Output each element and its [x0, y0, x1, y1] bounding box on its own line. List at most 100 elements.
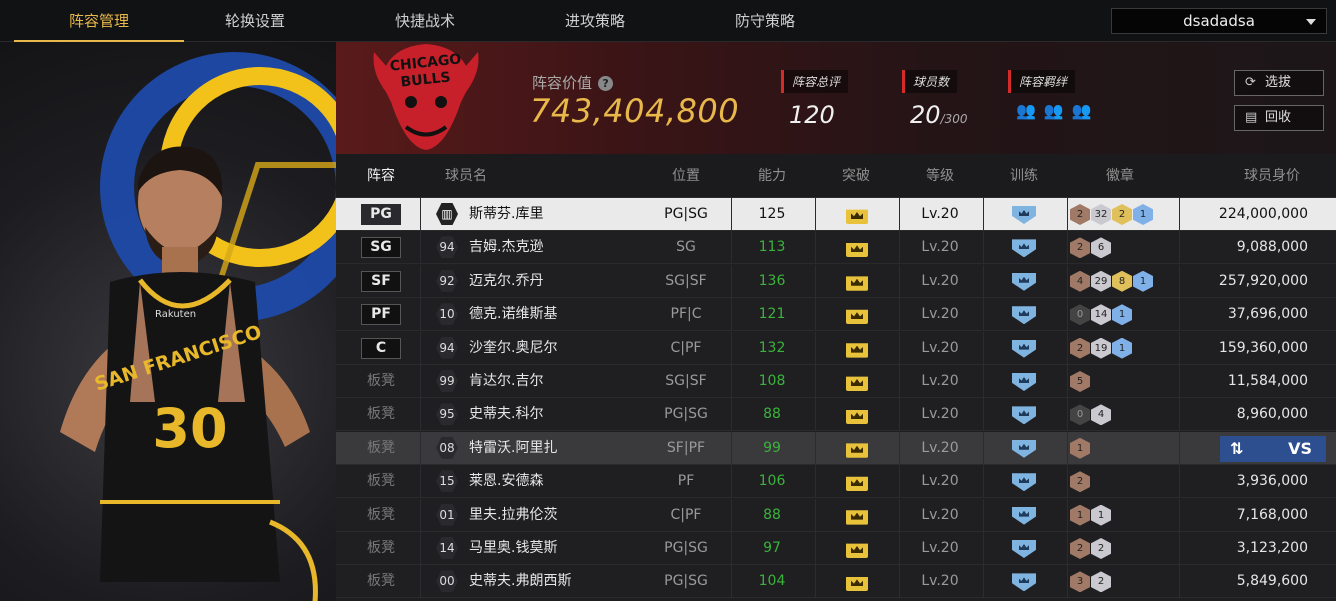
tab-rotation-settings[interactable]: 轮换设置 — [170, 0, 340, 42]
player-name[interactable]: 吉姆.杰克逊 — [469, 231, 543, 264]
badge-list[interactable]: 2 32 2 1 — [1070, 204, 1153, 225]
player-name[interactable]: 迈克尔.乔丹 — [469, 265, 543, 298]
training-icon[interactable] — [1012, 272, 1036, 291]
bond-blue-icon[interactable]: 👥 — [1072, 101, 1092, 120]
player-name[interactable]: 史蒂夫.弗朗西斯 — [469, 565, 571, 598]
col-player-name[interactable]: 球员名 — [436, 154, 496, 198]
jersey-number-badge: 08 — [436, 436, 458, 459]
training-icon[interactable] — [1012, 306, 1036, 325]
crown-icon[interactable] — [846, 309, 868, 325]
training-icon[interactable] — [1012, 473, 1036, 492]
badge-count: 8 — [1112, 270, 1132, 292]
badge-list[interactable]: 4 29 8 1 — [1070, 270, 1153, 292]
crown-icon[interactable] — [846, 443, 868, 458]
player-name[interactable]: 德克.诺维斯基 — [469, 298, 557, 331]
bond-gold-icon[interactable]: 👥 — [1044, 101, 1064, 120]
training-icon[interactable] — [1012, 406, 1036, 425]
recycle-button[interactable]: ▤ 回收 — [1234, 105, 1324, 131]
badge-list[interactable]: 5 — [1070, 371, 1090, 392]
badge-list[interactable]: 11 — [1070, 504, 1111, 526]
col-position[interactable]: 位置 — [656, 154, 716, 198]
lineup-dropdown[interactable]: dsadadsa — [1111, 8, 1327, 34]
badge-list[interactable]: 2 — [1070, 471, 1090, 493]
bond-bronze-icon[interactable]: 👥 — [1016, 101, 1036, 120]
help-icon[interactable]: ? — [598, 76, 614, 91]
table-row[interactable]: C 94 沙奎尔.奥尼尔 C|PF 132 Lv.20 2 19 1 159,360,000 — [336, 331, 1336, 365]
col-training[interactable]: 训练 — [994, 154, 1054, 198]
crown-icon[interactable] — [846, 209, 868, 224]
crown-icon[interactable] — [846, 409, 868, 425]
player-name[interactable]: 沙奎尔.奥尼尔 — [469, 332, 557, 365]
col-level[interactable]: 等级 — [910, 154, 970, 198]
column-divider — [420, 532, 421, 565]
training-icon[interactable] — [1012, 206, 1036, 224]
table-row[interactable]: 板凳 95 史蒂夫.科尔 PG|SG 88 Lv.20 0 4 8,960,000 — [336, 398, 1336, 432]
crown-icon[interactable] — [846, 376, 868, 391]
training-icon[interactable] — [1012, 373, 1036, 391]
crown-icon[interactable] — [846, 476, 868, 492]
badge-list[interactable]: 0 14 1 — [1070, 304, 1132, 326]
player-name[interactable]: 莱恩.安德森 — [469, 465, 543, 498]
tab-defense-strategy[interactable]: 防守策略 — [680, 0, 850, 42]
training-icon[interactable] — [1012, 573, 1036, 592]
tab-offense-strategy[interactable]: 进攻策略 — [510, 0, 680, 42]
crown-icon[interactable] — [846, 576, 868, 592]
table-row[interactable]: PF 10 德克.诺维斯基 PF|C 121 Lv.20 0 14 1 37,696,000 — [336, 298, 1336, 332]
player-name[interactable]: 史蒂夫.科尔 — [469, 398, 543, 431]
badge-count: 2 — [1070, 538, 1090, 559]
player-position: PG|SG — [664, 540, 708, 556]
slot-badge[interactable]: PG — [361, 204, 401, 225]
table-row[interactable]: PG ▥ 斯蒂芬.库里 PG|SG 125 Lv.20 2 32 2 1 224,000,000 — [336, 198, 1336, 231]
slot-badge[interactable]: PF — [361, 304, 401, 326]
player-name[interactable]: 斯蒂芬.库里 — [469, 198, 543, 231]
column-divider — [1067, 298, 1068, 332]
crown-icon[interactable] — [846, 543, 868, 558]
player-name[interactable]: 马里奥.钱莫斯 — [469, 532, 557, 565]
column-divider — [1067, 264, 1068, 298]
crown-icon[interactable] — [846, 242, 868, 258]
player-position: PF — [677, 473, 695, 490]
column-divider — [899, 565, 900, 599]
table-row[interactable]: SG 94 吉姆.杰克逊 SG 113 Lv.20 2 6 9,088,000 — [336, 231, 1336, 265]
tab-quick-tactics[interactable]: 快捷战术 — [340, 0, 510, 42]
jersey-number-badge: 15 — [436, 470, 458, 493]
badge-list[interactable]: 26 — [1070, 237, 1111, 259]
training-icon[interactable] — [1012, 339, 1036, 358]
crown-icon[interactable] — [846, 276, 868, 291]
col-ability[interactable]: 能力 — [742, 154, 802, 198]
training-icon[interactable] — [1012, 239, 1036, 258]
col-player-value[interactable]: 球员身价 — [1222, 154, 1322, 198]
slot-badge[interactable]: SG — [361, 237, 401, 259]
player-level: Lv.20 — [921, 306, 959, 323]
slot-badge[interactable]: C — [361, 337, 401, 359]
training-icon[interactable] — [1012, 439, 1036, 458]
badge-list[interactable]: 32 — [1070, 571, 1111, 593]
tab-lineup-management[interactable]: 阵容管理 — [14, 0, 184, 42]
player-name[interactable]: 肯达尔.吉尔 — [469, 365, 543, 398]
col-breakthrough[interactable]: 突破 — [826, 154, 886, 198]
table-row[interactable]: 板凳 08 特雷沃.阿里扎 SF|PF 99 Lv.20 1 ⇅ VS — [336, 431, 1336, 465]
training-icon[interactable] — [1012, 506, 1036, 525]
badge-list[interactable]: 22 — [1070, 538, 1111, 559]
badge-list[interactable]: 04 — [1070, 404, 1111, 426]
column-divider — [899, 431, 900, 465]
select-button[interactable]: ⟳ 选拔 — [1234, 70, 1324, 96]
crown-icon[interactable] — [846, 510, 868, 525]
crown-icon[interactable] — [846, 343, 868, 358]
table-row[interactable]: 板凳 99 肯达尔.吉尔 SG|SF 108 Lv.20 5 11,584,000 — [336, 365, 1336, 398]
badge-list[interactable]: 2 19 1 — [1070, 337, 1132, 359]
training-icon[interactable] — [1012, 540, 1036, 558]
player-name[interactable]: 里夫.拉弗伦茨 — [469, 499, 557, 532]
table-row[interactable]: 板凳 15 莱恩.安德森 PF 106 Lv.20 2 3,936,000 — [336, 465, 1336, 499]
table-row[interactable]: 板凳 00 史蒂夫.弗朗西斯 PG|SG 104 Lv.20 3 2 5,849,600 — [336, 565, 1336, 599]
table-row[interactable]: SF 92 迈克尔.乔丹 SG|SF 136 Lv.20 4 29 8 1 257,920,000 — [336, 264, 1336, 298]
table-row[interactable]: 板凳 14 马里奥.钱莫斯 PG|SG 97 Lv.20 2 2 3,123,200 — [336, 532, 1336, 565]
table-row[interactable]: 板凳 01 里夫.拉弗伦茨 C|PF 88 Lv.20 1 1 7,168,000 — [336, 498, 1336, 532]
col-badges[interactable]: 徽章 — [1090, 154, 1150, 198]
col-lineup[interactable]: 阵容 — [356, 154, 406, 198]
slot-badge[interactable]: SF — [361, 270, 401, 292]
player-name[interactable]: 特雷沃.阿里扎 — [469, 432, 557, 465]
compare-vs-button[interactable]: ⇅ VS — [1220, 435, 1326, 462]
badge-list[interactable]: 1 — [1070, 437, 1090, 459]
bond-icons[interactable]: 👥 👥 👥 — [1008, 101, 1092, 120]
